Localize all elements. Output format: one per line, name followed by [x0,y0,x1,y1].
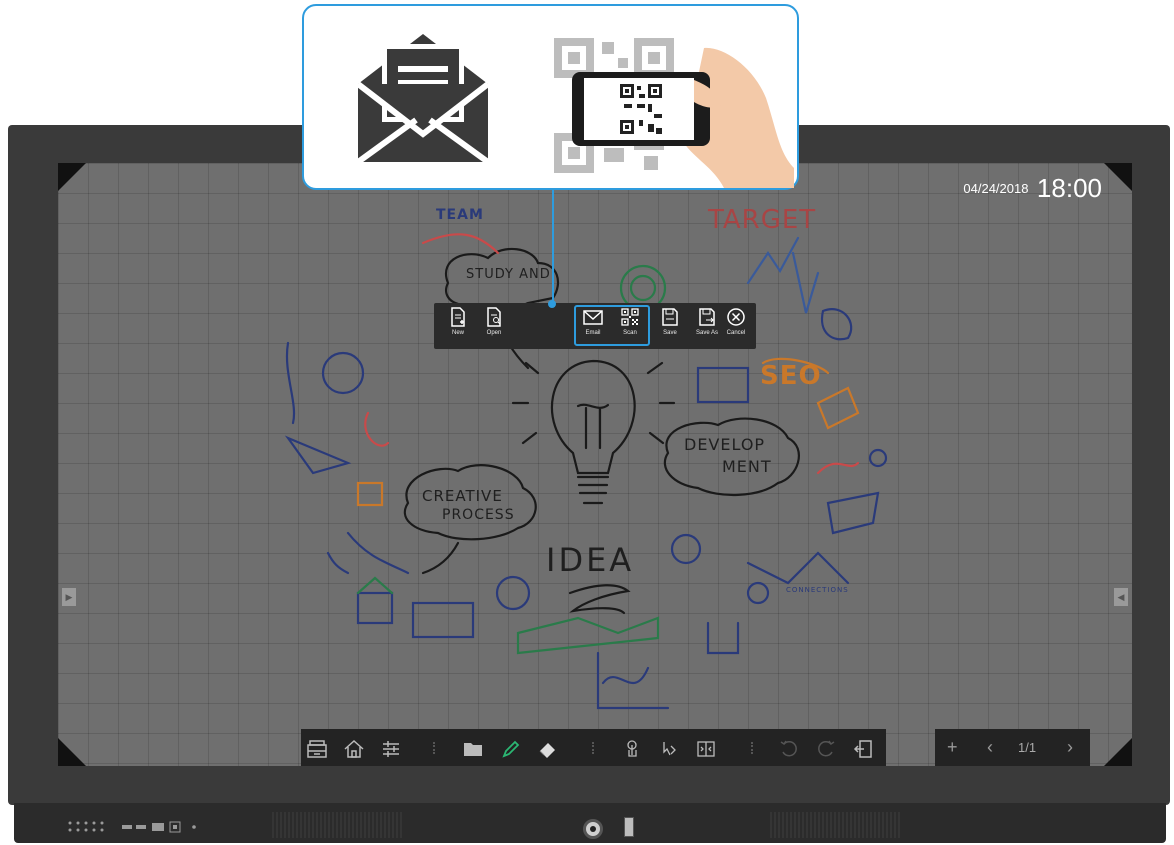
sketch-word-team: TEAM [436,207,484,223]
sketch-word-connections: CONNECTIONS [786,586,849,594]
usb-port [624,817,634,837]
speaker-grille-right [770,812,900,838]
sketch-word-develop: DEVELOP [684,435,766,454]
file-menu-scan[interactable]: Scan [614,307,646,336]
page-navigator: + ‹ 1/1 › [935,729,1090,766]
file-menu-cancel[interactable]: Cancel [720,307,752,336]
open-file-icon [487,307,501,327]
settings-sliders-icon[interactable] [380,738,402,760]
file-menu-save[interactable]: Save [654,307,686,336]
sketch-word-study: STUDY AND [466,267,551,282]
file-menu-cancel-label: Cancel [726,330,746,336]
file-menu-new[interactable]: New [442,307,474,336]
qr-scan-icon [621,308,639,326]
whiteboard-screen[interactable]: 04/24/2018 18:00 TEAM TARGET STUDY AND S… [58,163,1132,766]
undo-icon[interactable] [778,738,800,760]
cancel-icon [727,308,745,326]
idea-sketch-drawing [284,233,888,710]
file-menu-save-as[interactable]: Save As [691,307,723,336]
exit-icon[interactable] [852,738,874,760]
folder-icon[interactable] [462,738,484,760]
email-icon [583,310,603,325]
file-menu-scan-label: Scan [623,330,637,336]
file-menu-save-as-label: Save As [695,330,718,336]
select-icon[interactable] [658,738,680,760]
front-panel-buttons[interactable] [66,820,201,839]
split-screen-icon[interactable] [695,738,717,760]
file-menu-new-label: New [451,330,464,336]
file-menu-open[interactable]: Open [478,307,510,336]
side-expand-right-button[interactable]: ◀ [1114,588,1128,606]
sketch-word-creative: CREATIVE [422,487,503,505]
toolbox-icon[interactable] [306,738,328,760]
sketch-word-idea: IDEA [546,541,635,579]
callout-connector-line [552,190,554,302]
qr-code-phone-scan-icon [554,38,794,188]
feature-callout [302,4,799,190]
file-menu-email[interactable]: Email [577,307,609,336]
speaker-grille-left [272,812,402,838]
bottom-toolbar [301,729,886,766]
camera-lens [583,819,603,839]
toolbar-separator [592,742,596,754]
pen-icon[interactable] [500,738,522,760]
eraser-icon[interactable] [537,738,559,760]
callout-connector-dot [548,300,556,308]
redo-icon[interactable] [815,738,837,760]
file-menu-save-label: Save [663,330,677,336]
envelope-letter-icon [356,34,490,164]
sketch-word-seo: SEO [760,361,822,391]
toolbar-separator [433,742,437,754]
page-count: 1/1 [1018,740,1037,755]
sketch-word-ment: MENT [722,457,772,476]
save-icon [662,308,678,326]
file-menu: New Open Email Scan Save Save As Cancel [434,303,756,349]
save-as-icon [699,308,715,326]
lightbulb-icon [511,359,676,505]
side-expand-left-button[interactable]: ▶ [62,588,76,606]
sketch-word-process: PROCESS [442,507,515,523]
file-menu-email-label: Email [585,330,601,336]
new-file-icon [451,307,465,327]
next-page-button[interactable]: › [1067,737,1073,758]
home-icon[interactable] [343,738,365,760]
touch-icon[interactable] [621,738,643,760]
add-page-button[interactable]: + [947,737,958,758]
prev-page-button[interactable]: ‹ [987,737,993,758]
file-menu-open-label: Open [486,330,502,336]
toolbar-separator [751,742,755,754]
sketch-word-target: TARGET [708,205,817,235]
